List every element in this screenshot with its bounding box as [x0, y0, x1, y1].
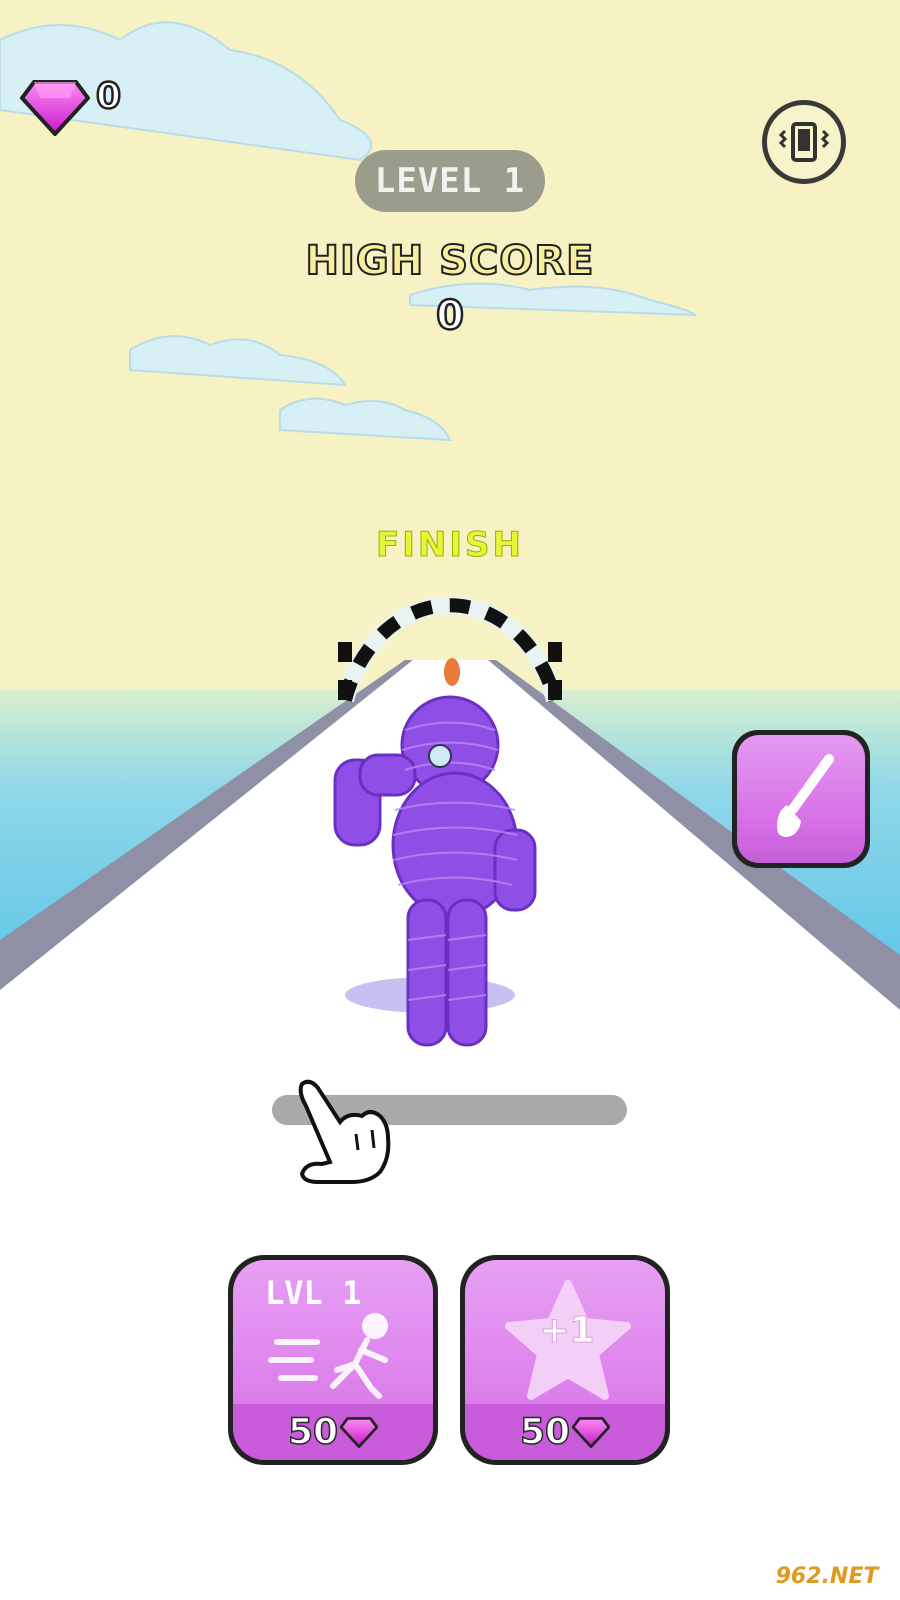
character-button-eye	[428, 744, 452, 768]
watermark: 962.NET	[762, 1560, 892, 1594]
speed-price-value: 50	[287, 1410, 339, 1453]
upgrade-speed-button[interactable]: LVL 1 50	[228, 1255, 438, 1465]
speed-price: 50	[233, 1410, 433, 1453]
running-man-icon	[268, 1313, 388, 1399]
gem-counter	[19, 78, 91, 140]
track-marker	[444, 658, 460, 686]
high-score-value: 0	[435, 292, 465, 341]
income-price: 50	[465, 1410, 665, 1453]
income-price-value: 50	[519, 1410, 571, 1453]
skin-paint-button[interactable]	[732, 730, 870, 868]
finish-label: FINISH	[376, 525, 524, 566]
high-score-label: HIGH SCORE	[305, 237, 595, 285]
speed-level-label: LVL 1	[265, 1274, 362, 1312]
gem-icon	[339, 1416, 379, 1449]
vibrate-icon	[778, 122, 830, 162]
gem-count: 0	[95, 75, 123, 119]
gem-icon	[19, 80, 91, 137]
level-indicator: LEVEL 1	[355, 150, 545, 212]
income-bonus-label: +1	[539, 1310, 595, 1352]
vibration-toggle-button[interactable]	[762, 100, 846, 184]
upgrade-income-button[interactable]: +1 50	[460, 1255, 670, 1465]
gem-icon	[571, 1416, 611, 1449]
paintbrush-icon	[777, 754, 834, 837]
pointing-hand-icon	[298, 1079, 391, 1184]
